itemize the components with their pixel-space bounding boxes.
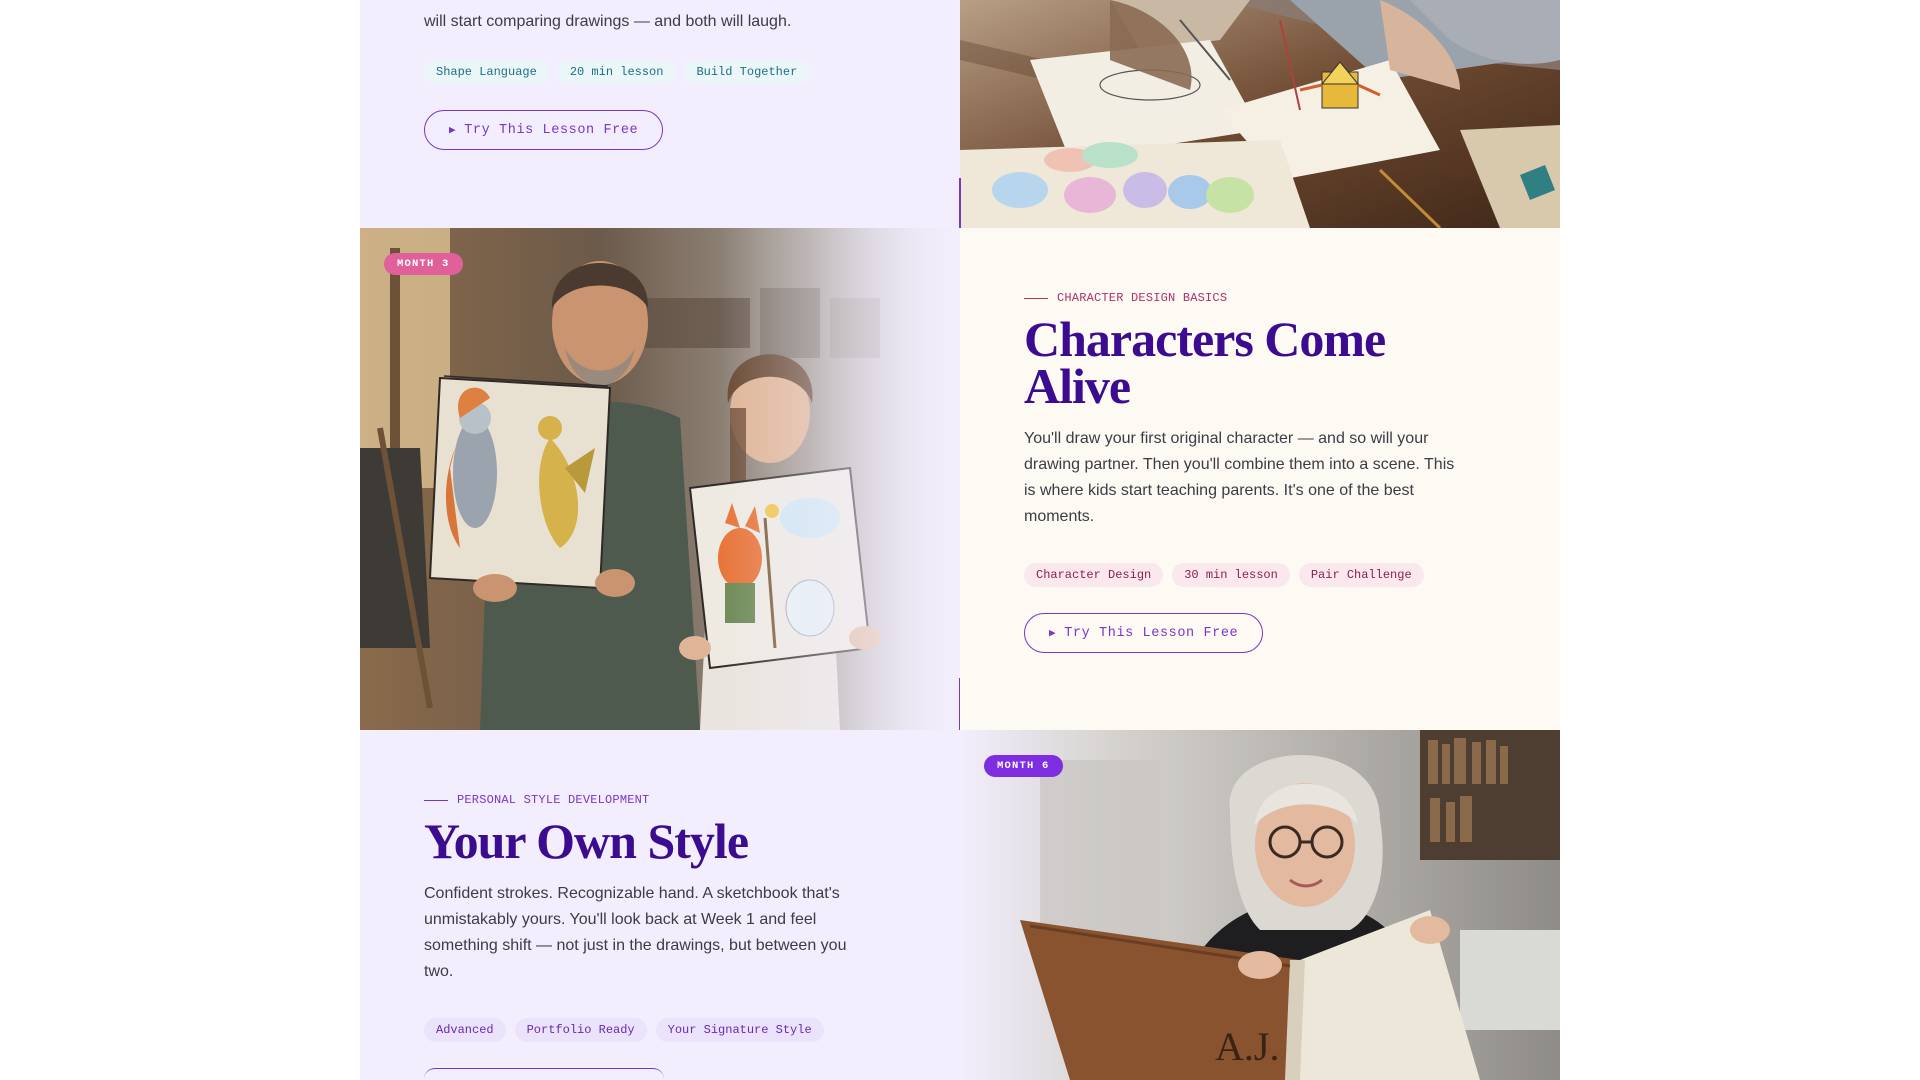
sketchbook-monogram: A.J. <box>1215 1024 1279 1069</box>
tag: 30 min lesson <box>1172 563 1290 587</box>
lesson-description: will start comparing drawings — and both… <box>424 13 792 30</box>
dad-daughter-sketchbooks-photo <box>360 228 960 730</box>
tag: Build Together <box>684 60 810 84</box>
lesson-photo-woman-with-sketchbook: A.J. MONTH 6 <box>960 730 1560 1080</box>
lesson-title: Your Own Style <box>424 813 749 869</box>
month-badge: MONTH 3 <box>384 253 463 275</box>
play-icon: ▶ <box>449 125 457 137</box>
try-lesson-button[interactable]: ▶ Try This Lesson Free <box>1024 613 1264 653</box>
try-lesson-button[interactable]: ▶ Try This Lesson Free <box>424 110 664 150</box>
lesson-row-month-3: MONTH 3 CHARACTER DESIGN BASICS Characte… <box>360 228 1560 730</box>
lesson-eyebrow: CHARACTER DESIGN BASICS <box>1024 291 1464 305</box>
lesson-tags: Advanced Portfolio Ready Your Signature … <box>424 1018 864 1042</box>
eyebrow-label: PERSONAL STYLE DEVELOPMENT <box>457 793 650 807</box>
play-icon: ▶ <box>1049 628 1057 640</box>
lesson-title: Characters Come Alive <box>1024 314 1464 411</box>
tag: 20 min lesson <box>557 60 676 84</box>
woman-sketchbook-photo: A.J. <box>960 730 1560 1080</box>
tag: Character Design <box>1024 563 1164 587</box>
tag: Portfolio Ready <box>514 1018 647 1042</box>
lesson-timeline: will start comparing drawings — and both… <box>360 0 1560 1080</box>
try-lesson-button-partial[interactable] <box>424 1068 664 1079</box>
tag: Pair Challenge <box>1298 563 1424 587</box>
month-badge: MONTH 6 <box>984 755 1063 777</box>
lesson-tags: Character Design 30 min lesson Pair Chal… <box>1024 563 1464 587</box>
eyebrow-line <box>1024 297 1048 299</box>
eyebrow-line <box>424 799 448 801</box>
lesson-text-panel: will start comparing drawings — and both… <box>360 0 960 228</box>
lesson-tags: Shape Language 20 min lesson Build Toget… <box>424 60 864 84</box>
tag: Shape Language <box>424 60 549 84</box>
lesson-description: You'll draw your first original characte… <box>1024 430 1455 525</box>
lesson-text-panel: CHARACTER DESIGN BASICS Characters Come … <box>960 228 1560 730</box>
tag: Advanced <box>424 1018 506 1042</box>
lesson-eyebrow: PERSONAL STYLE DEVELOPMENT <box>424 793 864 807</box>
lesson-photo-dad-and-daughter: MONTH 3 <box>360 228 960 730</box>
lesson-photo-kids-drawing <box>960 0 1560 228</box>
kids-drawing-photo <box>960 0 1560 228</box>
lesson-text-panel: PERSONAL STYLE DEVELOPMENT Your Own Styl… <box>360 730 960 1080</box>
eyebrow-label: CHARACTER DESIGN BASICS <box>1057 291 1228 305</box>
lesson-title-line-2: Alive <box>1024 358 1131 414</box>
lesson-row-month-6: PERSONAL STYLE DEVELOPMENT Your Own Styl… <box>360 730 1560 1080</box>
try-lesson-label: Try This Lesson Free <box>1064 625 1239 641</box>
tag: Your Signature Style <box>655 1018 824 1042</box>
lesson-description: Confident strokes. Recognizable hand. A … <box>424 885 847 980</box>
try-lesson-label: Try This Lesson Free <box>464 122 639 138</box>
timeline-accent-line <box>959 178 961 228</box>
